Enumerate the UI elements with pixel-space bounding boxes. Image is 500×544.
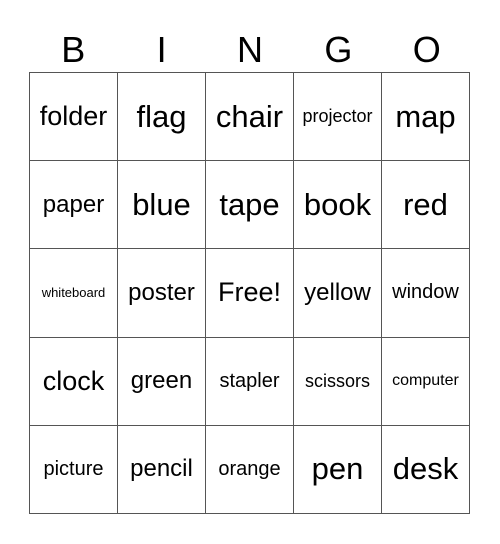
bingo-cell[interactable]: pencil [118,425,206,514]
bingo-cell[interactable]: poster [118,249,206,338]
bingo-cell[interactable]: flag [118,73,206,162]
bingo-cell[interactable]: pen [294,425,382,514]
bingo-cell[interactable]: clock [30,337,118,426]
bingo-header: B I N G O [29,28,471,72]
header-letter-n: N [236,29,263,70]
bingo-cell[interactable]: window [382,249,470,338]
header-letter-o: O [412,29,441,70]
bingo-cell[interactable]: whiteboard [30,249,118,338]
bingo-cell[interactable]: chair [206,73,294,162]
bingo-card-grid: folder flag chair projector map paper bl… [29,72,470,514]
header-letter-b: B [61,29,86,70]
bingo-cell[interactable]: red [382,161,470,250]
bingo-cell[interactable]: orange [206,425,294,514]
bingo-cell[interactable]: paper [30,161,118,250]
bingo-cell[interactable]: desk [382,425,470,514]
bingo-cell[interactable]: tape [206,161,294,250]
bingo-cell[interactable]: folder [30,73,118,162]
bingo-cell[interactable]: blue [118,161,206,250]
bingo-cell[interactable]: book [294,161,382,250]
header-letter-g: G [324,29,353,70]
bingo-cell[interactable]: yellow [294,249,382,338]
bingo-cell[interactable]: green [118,337,206,426]
bingo-cell[interactable]: scissors [294,337,382,426]
bingo-cell[interactable]: map [382,73,470,162]
bingo-cell[interactable]: picture [30,425,118,514]
bingo-cell[interactable]: projector [294,73,382,162]
free-space-cell[interactable]: Free! [206,249,294,338]
bingo-cell[interactable]: stapler [206,337,294,426]
bingo-cell[interactable]: computer [382,337,470,426]
header-letter-i: I [156,29,167,70]
